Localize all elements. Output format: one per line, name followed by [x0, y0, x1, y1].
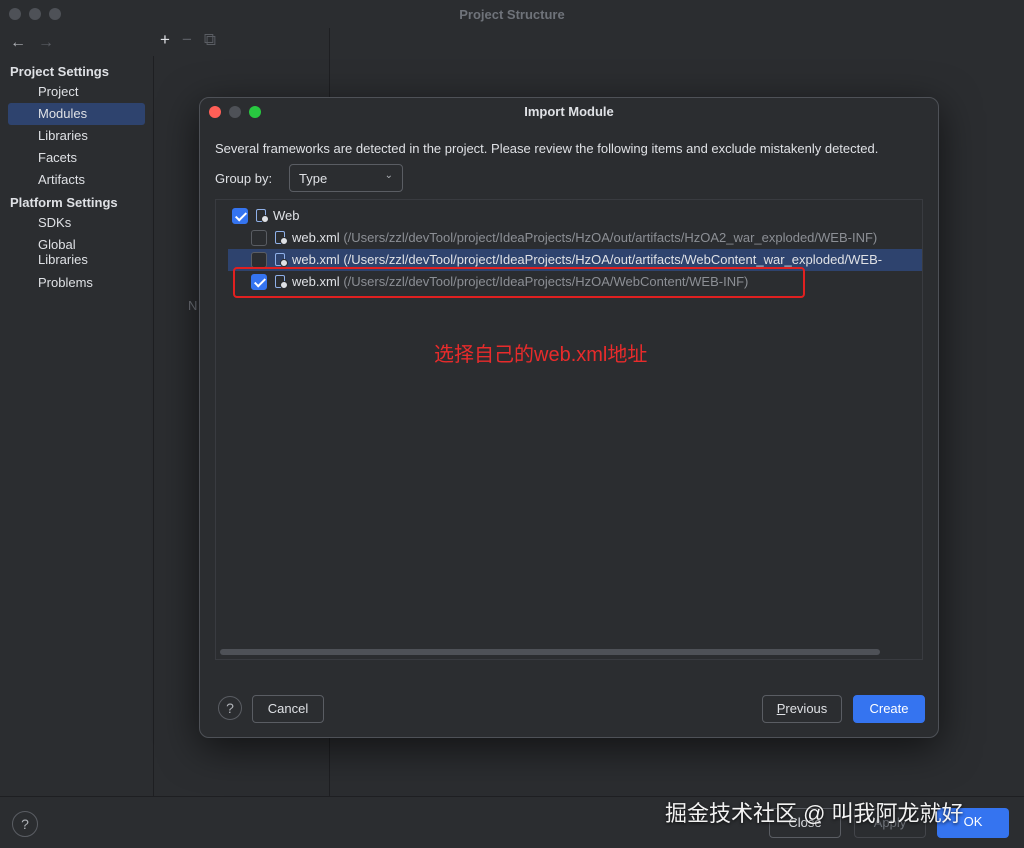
title-bar: Project Structure: [0, 0, 1024, 28]
sidebar-item-project[interactable]: Project: [0, 81, 153, 103]
nav-arrows: ← →: [10, 34, 54, 52]
tree-root-label: Web: [273, 208, 300, 223]
divider: [153, 56, 154, 796]
item-checkbox[interactable]: [251, 252, 267, 268]
web-xml-icon: [275, 231, 288, 246]
dialog-description: Several frameworks are detected in the p…: [215, 141, 879, 156]
help-button[interactable]: ?: [218, 696, 242, 720]
watermark: 掘金技术社区 @ 叫我阿龙就好: [665, 801, 964, 826]
tree-root-web[interactable]: Web: [216, 205, 922, 227]
add-icon[interactable]: +: [160, 30, 170, 50]
group-by-value: Type: [299, 171, 328, 186]
previous-label: revious: [785, 701, 828, 716]
item-path: (/Users/zzl/devTool/project/IdeaProjects…: [343, 230, 878, 245]
item-path: (/Users/zzl/devTool/project/IdeaProjects…: [343, 252, 883, 267]
dialog-title: Import Module: [524, 104, 614, 119]
horizontal-scrollbar[interactable]: [220, 649, 880, 655]
settings-sidebar: Project Settings Project Modules Librari…: [0, 60, 153, 294]
copy-icon[interactable]: ⧉: [204, 30, 216, 50]
sidebar-item-sdks[interactable]: SDKs: [0, 212, 153, 234]
web-framework-icon: [256, 209, 269, 224]
chevron-down-icon: ⌄: [384, 170, 393, 181]
back-arrow-icon[interactable]: ←: [10, 34, 26, 52]
sidebar-item-facets[interactable]: Facets: [0, 147, 153, 169]
empty-placeholder: N: [188, 298, 198, 313]
forward-arrow-icon[interactable]: →: [38, 34, 54, 52]
group-by-label: Group by:: [215, 171, 273, 186]
create-button[interactable]: Create: [853, 695, 925, 723]
item-name: web.xml: [292, 252, 340, 267]
sidebar-item-modules[interactable]: Modules: [8, 103, 145, 125]
sidebar-item-libraries[interactable]: Libraries: [0, 125, 153, 147]
item-checkbox[interactable]: [251, 230, 267, 246]
web-xml-icon: [275, 253, 288, 268]
annotation-highlight-box: [233, 267, 805, 298]
item-name: web.xml: [292, 230, 340, 245]
tree-item[interactable]: web.xml (/Users/zzl/devTool/project/Idea…: [216, 227, 922, 249]
project-settings-header: Project Settings: [10, 64, 109, 79]
platform-settings-header: Platform Settings: [10, 195, 118, 210]
sidebar-item-artifacts[interactable]: Artifacts: [0, 169, 153, 191]
window-title: Project Structure: [459, 7, 565, 22]
cancel-button[interactable]: Cancel: [252, 695, 324, 723]
sidebar-item-problems[interactable]: Problems: [0, 272, 153, 294]
remove-icon[interactable]: −: [182, 30, 192, 50]
annotation-text: 选择自己的web.xml地址: [434, 344, 648, 366]
help-button[interactable]: ?: [12, 811, 38, 837]
modules-toolbar: + − ⧉: [160, 30, 216, 50]
previous-button[interactable]: Previous: [762, 695, 842, 723]
web-checkbox[interactable]: [232, 208, 248, 224]
group-by-select[interactable]: Type ⌄: [289, 164, 403, 192]
sidebar-item-global-libraries[interactable]: Global Libraries: [0, 234, 153, 267]
import-module-dialog: Import Module Several frameworks are det…: [199, 97, 939, 738]
